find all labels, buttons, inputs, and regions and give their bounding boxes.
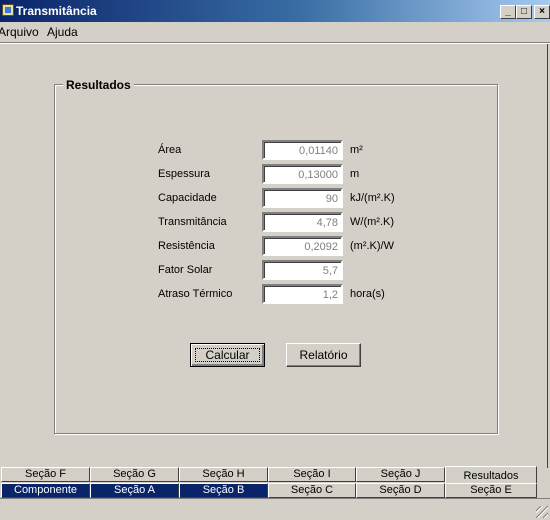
capacity-field[interactable]: 90 [262,188,343,208]
thickness-field[interactable]: 0,13000 [262,164,343,184]
tab-secao-e[interactable]: Seção E [445,483,537,498]
resistance-label: Resistência [158,240,215,252]
solar-factor-field[interactable]: 5,7 [262,260,343,280]
transmittance-unit: W/(m².K) [350,216,394,228]
transmittance-field[interactable]: 4,78 [262,212,343,232]
tab-secao-i[interactable]: Seção I [268,467,356,482]
thermal-delay-field[interactable]: 1,2 [262,284,343,304]
report-button[interactable]: Relatório [286,343,361,367]
results-group-title: Resultados [63,78,134,92]
thermal-delay-unit: hora(s) [350,288,385,300]
menu-file[interactable]: Arquivo [0,25,39,39]
area-label: Área [158,144,182,156]
tab-componente[interactable]: Componente [1,483,90,498]
tab-secao-h[interactable]: Seção H [179,467,268,482]
tab-secao-g[interactable]: Seção G [90,467,179,482]
tab-secao-b[interactable]: Seção B [179,483,268,498]
capacity-label: Capacidade [158,192,217,204]
minimize-button[interactable]: _ [500,5,516,19]
tab-secao-a[interactable]: Seção A [90,483,179,498]
menu-bar: Arquivo Ajuda [0,22,550,40]
window-title: Transmitância [16,4,97,18]
tab-secao-j[interactable]: Seção J [356,467,445,482]
status-divider [0,498,550,499]
capacity-unit: kJ/(m².K) [350,192,395,204]
thickness-label: Espessura [158,168,210,180]
area-field[interactable]: 0,01140 [262,140,343,160]
maximize-button[interactable]: □ [516,5,532,19]
menu-help[interactable]: Ajuda [47,25,78,39]
calculate-button[interactable]: Calcular [190,343,265,367]
resistance-field[interactable]: 0,2092 [262,236,343,256]
tab-secao-d[interactable]: Seção D [356,483,445,498]
tab-resultados[interactable]: Resultados [445,466,537,484]
thickness-unit: m [350,168,360,180]
resistance-unit: (m².K)/W [350,240,394,252]
results-groupbox [54,84,498,434]
tab-secao-c[interactable]: Seção C [268,483,356,498]
focus-rect [195,348,260,362]
tab-secao-f[interactable]: Seção F [1,467,90,482]
app-icon [2,4,14,16]
resize-grip[interactable] [536,506,548,518]
thermal-delay-label: Atraso Térmico [158,288,233,300]
area-unit: m² [350,144,363,156]
solar-factor-label: Fator Solar [158,264,213,276]
transmittance-label: Transmitância [158,216,227,228]
title-bar[interactable]: Transmitância _ □ × [0,0,550,22]
close-button[interactable]: × [534,5,550,19]
